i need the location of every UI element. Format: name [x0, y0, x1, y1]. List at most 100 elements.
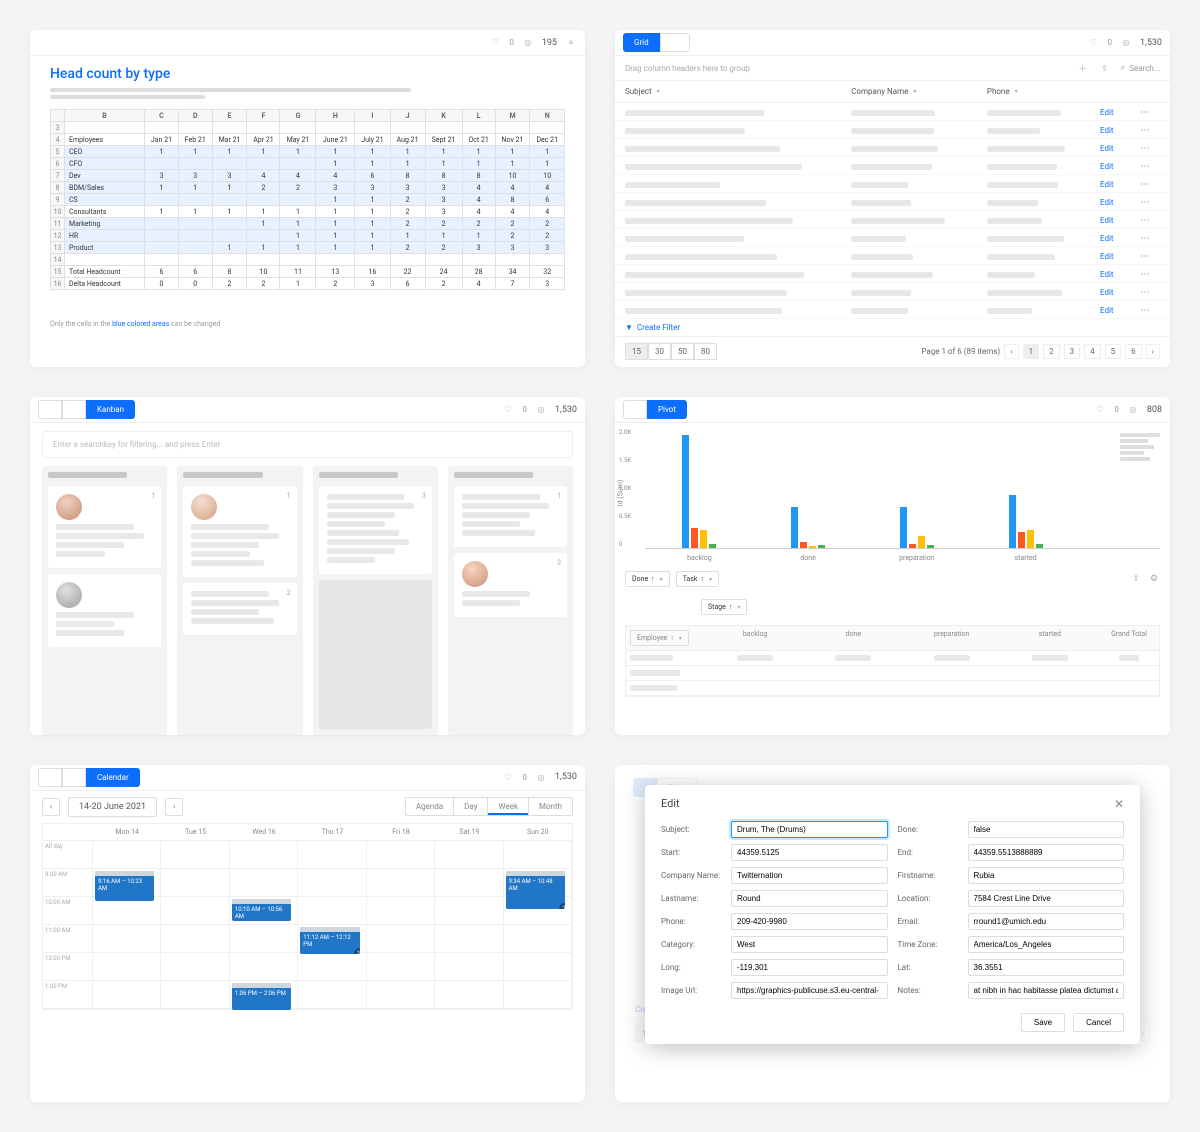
col-g[interactable]: G: [280, 110, 316, 122]
kanban-filter-input[interactable]: Enter a searchkey for filtering... and p…: [42, 431, 573, 458]
table-row[interactable]: Edit⋯: [615, 265, 1170, 283]
col-b[interactable]: B: [65, 110, 145, 122]
calendar-cell[interactable]: [230, 869, 298, 897]
heart-icon[interactable]: ♡: [489, 37, 501, 49]
menu-icon[interactable]: ≡: [565, 37, 577, 49]
input-timezone[interactable]: [968, 936, 1125, 953]
pivot-table[interactable]: Employee↑ backlog done preparation start…: [625, 625, 1160, 697]
calendar-grid[interactable]: Mon 14 Tue 15 Wed 16 Thu 17 Fri 18 Sat 1…: [42, 823, 573, 1010]
filter-icon[interactable]: [655, 88, 660, 95]
day-fri[interactable]: Fri 18: [367, 824, 435, 840]
pivot-col-done[interactable]: done: [804, 626, 902, 650]
row-menu-icon[interactable]: ⋯: [1140, 269, 1160, 280]
export-icon[interactable]: ⇪: [1130, 573, 1142, 585]
calendar-cell[interactable]: [435, 869, 503, 897]
sheet-row[interactable]: 7Dev33344468881010: [51, 170, 565, 182]
calendar-cell[interactable]: [367, 953, 435, 981]
calendar-event[interactable]: 1:06 PM – 2:06 PM: [232, 983, 291, 1011]
edit-link[interactable]: Edit: [1100, 234, 1140, 243]
row-menu-icon[interactable]: ⋯: [1140, 287, 1160, 298]
day-tue[interactable]: Tue 15: [161, 824, 229, 840]
col-d[interactable]: D: [178, 110, 212, 122]
input-imageurl[interactable]: [731, 982, 888, 999]
tab-calendar[interactable]: Calendar: [86, 768, 140, 787]
calendar-cell[interactable]: [298, 981, 366, 1009]
calendar-cell[interactable]: [93, 925, 161, 953]
page-4[interactable]: 4: [1084, 344, 1101, 359]
edit-link[interactable]: Edit: [1100, 306, 1140, 315]
calendar-event[interactable]: 10:10 AM – 10:56 AM: [232, 899, 291, 921]
sheet-row[interactable]: 10Consultants111111123444: [51, 206, 565, 218]
kanban-column[interactable]: 1: [42, 466, 167, 734]
day-thu[interactable]: Thu 17: [298, 824, 366, 840]
kanban-card[interactable]: 3: [319, 486, 432, 574]
kanban-card[interactable]: 1: [48, 486, 161, 568]
page-1[interactable]: 1: [1023, 344, 1040, 359]
add-icon[interactable]: ＋: [1077, 62, 1089, 74]
view-week[interactable]: Week: [488, 798, 529, 815]
row-menu-icon[interactable]: ⋯: [1140, 251, 1160, 262]
view-month[interactable]: Month: [529, 798, 572, 815]
tab-other2[interactable]: [62, 768, 86, 787]
col-n[interactable]: N: [530, 110, 565, 122]
calendar-cell[interactable]: [161, 897, 229, 925]
calendar-cell[interactable]: [230, 841, 298, 869]
tab-grid[interactable]: Grid: [623, 33, 660, 52]
kanban-column[interactable]: 3: [313, 466, 438, 734]
kanban-card[interactable]: 1: [183, 486, 296, 577]
tab-other2[interactable]: [62, 400, 86, 419]
input-lastname[interactable]: [731, 890, 888, 907]
page-3[interactable]: 3: [1064, 344, 1081, 359]
table-row[interactable]: Edit⋯: [615, 121, 1170, 139]
calendar-cell[interactable]: 11:12 AM – 12:12 PM1: [298, 925, 366, 953]
calendar-cell[interactable]: [504, 981, 572, 1009]
calendar-cell[interactable]: [504, 897, 572, 925]
row-menu-icon[interactable]: ⋯: [1140, 215, 1160, 226]
table-row[interactable]: Edit⋯: [615, 301, 1170, 319]
col-m[interactable]: M: [495, 110, 530, 122]
pivot-chip-employee[interactable]: Employee↑: [630, 630, 689, 646]
save-button[interactable]: Save: [1021, 1013, 1065, 1032]
calendar-cell[interactable]: [161, 869, 229, 897]
edit-link[interactable]: Edit: [1100, 126, 1140, 135]
input-start[interactable]: [731, 844, 888, 861]
settings-icon[interactable]: ⚙: [1148, 573, 1160, 585]
edit-link[interactable]: Edit: [1100, 162, 1140, 171]
filter-icon[interactable]: [658, 575, 663, 583]
row-menu-icon[interactable]: ⋯: [1140, 125, 1160, 136]
table-row[interactable]: Edit⋯: [615, 229, 1170, 247]
calendar-cell[interactable]: [367, 897, 435, 925]
edit-link[interactable]: Edit: [1100, 252, 1140, 261]
sheet-row[interactable]: 6CFO1111111: [51, 158, 565, 170]
calendar-cell[interactable]: 10:10 AM – 10:56 AM: [230, 897, 298, 925]
col-j[interactable]: J: [390, 110, 425, 122]
sheet-row[interactable]: 13Product1111122333: [51, 242, 565, 254]
tab-other[interactable]: [660, 33, 690, 52]
create-filter-button[interactable]: ▼ Create Filter: [615, 319, 1170, 336]
cancel-button[interactable]: Cancel: [1073, 1013, 1124, 1032]
kanban-column[interactable]: 1 3: [448, 466, 573, 734]
kanban-card[interactable]: 2: [183, 583, 296, 635]
page-next[interactable]: ›: [1146, 344, 1160, 359]
tab-other1[interactable]: [38, 768, 62, 787]
kanban-card[interactable]: 1: [454, 486, 567, 547]
pivot-chip-done[interactable]: Done↑: [625, 571, 670, 587]
table-row[interactable]: Edit⋯: [615, 139, 1170, 157]
edit-link[interactable]: Edit: [1100, 198, 1140, 207]
table-row[interactable]: Edit⋯: [615, 247, 1170, 265]
edit-link[interactable]: Edit: [1100, 180, 1140, 189]
input-notes[interactable]: [968, 982, 1125, 999]
calendar-cell[interactable]: [367, 869, 435, 897]
table-row[interactable]: Edit⋯: [615, 175, 1170, 193]
sheet-row[interactable]: 11Marketing111122222: [51, 218, 565, 230]
calendar-cell[interactable]: 9:16 AM – 10:23 AM: [93, 869, 161, 897]
calendar-cell[interactable]: [504, 953, 572, 981]
tab-kanban[interactable]: Kanban: [86, 400, 135, 419]
cal-view-toggle[interactable]: Agenda Day Week Month: [405, 797, 573, 816]
edit-link[interactable]: Edit: [1100, 216, 1140, 225]
pagesize-30[interactable]: 30: [648, 343, 671, 360]
page-5[interactable]: 5: [1105, 344, 1122, 359]
calendar-cell[interactable]: [504, 925, 572, 953]
calendar-cell[interactable]: [298, 897, 366, 925]
filter-icon[interactable]: [735, 603, 740, 611]
